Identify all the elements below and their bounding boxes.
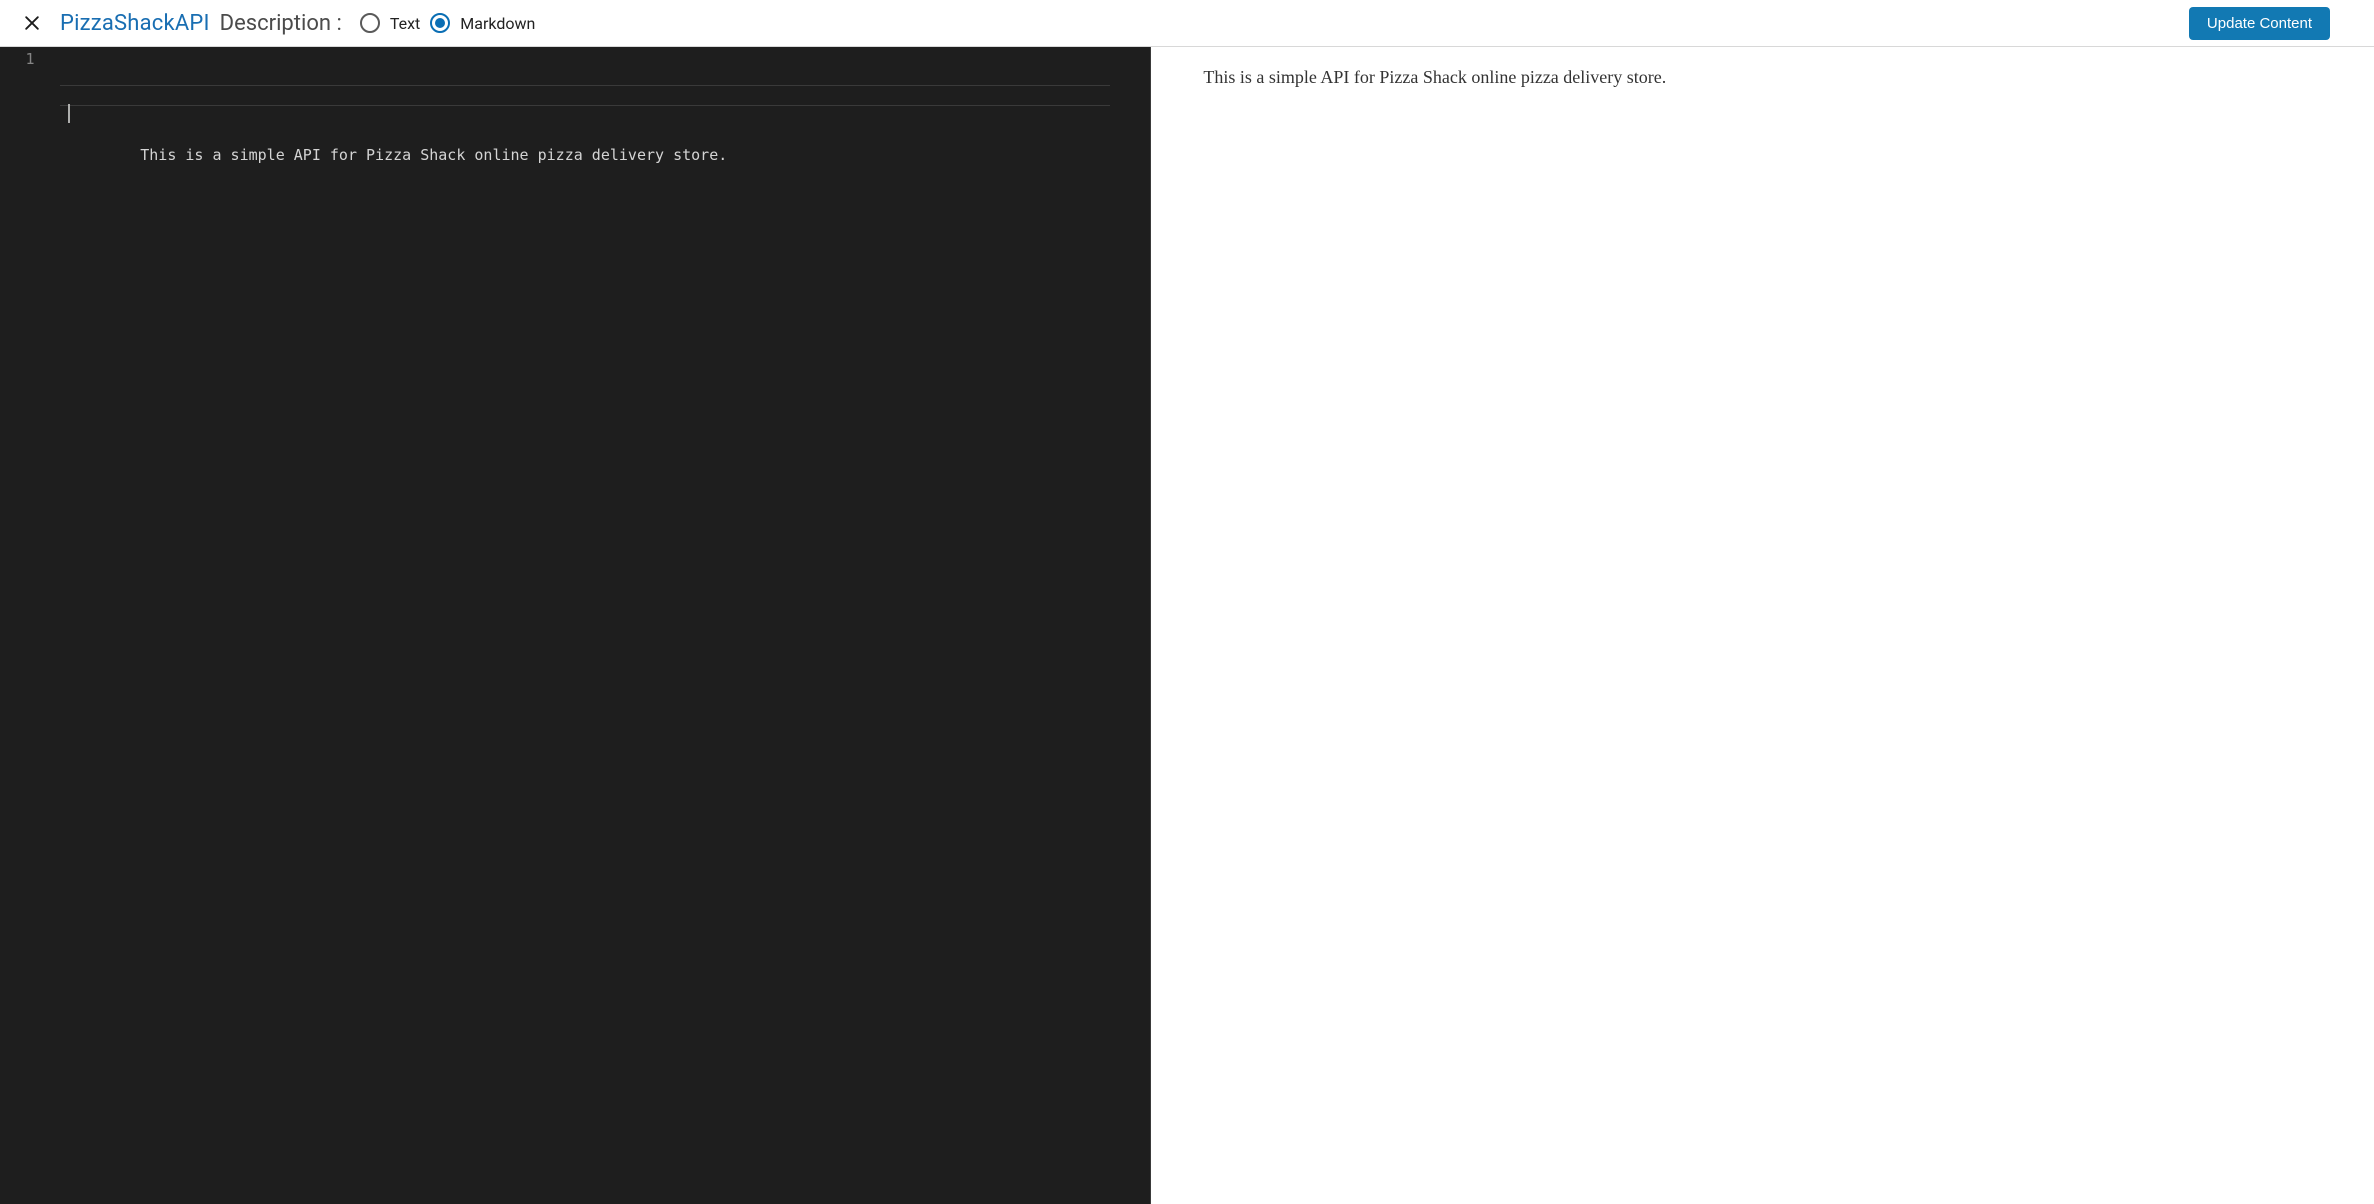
radio-text[interactable]: Text [360,13,420,33]
editor-gutter: 1 [0,47,60,1204]
editor-code-area[interactable]: This is a simple API for Pizza Shack onl… [60,47,1150,1204]
radio-circle-icon [430,13,450,33]
radio-markdown[interactable]: Markdown [430,13,535,33]
line-number: 1 [0,49,60,70]
close-icon[interactable] [18,9,46,37]
api-name[interactable]: PizzaShackAPI [60,11,210,36]
section-label: Description : [220,11,342,36]
preview-paragraph: This is a simple API for Pizza Shack onl… [1203,65,2322,90]
content-area: 1 This is a simple API for Pizza Shack o… [0,47,2374,1204]
update-content-button[interactable]: Update Content [2189,7,2330,40]
markdown-preview: This is a simple API for Pizza Shack onl… [1151,47,2374,1204]
markdown-editor[interactable]: 1 This is a simple API for Pizza Shack o… [0,47,1151,1204]
radio-text-label: Text [390,14,420,33]
code-text: This is a simple API for Pizza Shack onl… [140,146,727,164]
radio-circle-icon [360,13,380,33]
radio-markdown-label: Markdown [460,14,535,33]
code-line[interactable]: This is a simple API for Pizza Shack onl… [68,103,1150,124]
editor-header: PizzaShackAPI Description : Text Markdow… [0,0,2374,47]
text-cursor [68,104,70,123]
format-radio-group: Text Markdown [360,13,536,33]
